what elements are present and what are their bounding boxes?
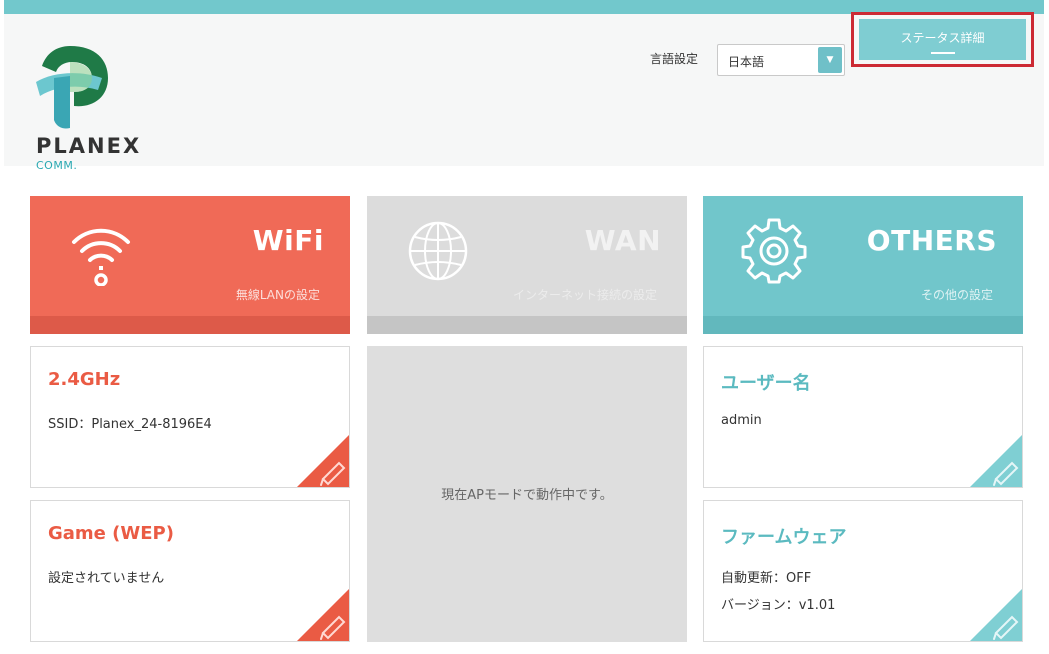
card-firmware: ファームウェア 自動更新：OFF バージョン：v1.01: [703, 500, 1023, 642]
language-label: 言語設定: [650, 52, 699, 66]
wan-ap-mode-message: 現在APモードで動作中です。: [441, 488, 613, 503]
wifi-icon: [72, 228, 130, 286]
others-tile-title: OTHERS: [866, 224, 997, 257]
card-username-title: ユーザー名: [721, 373, 811, 394]
edit-firmware-pencil-icon[interactable]: [970, 589, 1022, 641]
router-dashboard: PLANEX COMM. 言語設定 日本語 ▼ ステータス詳細 WiFi 無線L…: [0, 0, 1049, 654]
planex-logo[interactable]: PLANEX COMM.: [32, 42, 139, 172]
status-detail-label: ステータス詳細: [900, 31, 985, 45]
wifi-tile[interactable]: WiFi 無線LANの設定: [30, 196, 350, 334]
firmware-auto-update: 自動更新：OFF: [721, 571, 812, 586]
brand-sub: COMM.: [36, 159, 78, 172]
wan-tile[interactable]: WAN インターネット接続の設定: [367, 196, 687, 334]
card-game-wep-title: Game (WEP): [48, 523, 174, 544]
card-2-4ghz-title: 2.4GHz: [48, 369, 121, 390]
card-game-wep: Game (WEP) 設定されていません: [30, 500, 350, 642]
edit-username-pencil-icon[interactable]: [970, 435, 1022, 487]
username-value: admin: [721, 413, 762, 428]
others-tile-band: [703, 316, 1023, 334]
globe-icon: [408, 221, 468, 281]
game-status-text: 設定されていません: [48, 571, 165, 586]
language-value: 日本語: [728, 55, 765, 69]
wan-status-panel: 現在APモードで動作中です。: [367, 346, 687, 642]
others-tile[interactable]: OTHERS その他の設定: [703, 196, 1023, 334]
status-detail-button[interactable]: ステータス詳細: [859, 19, 1026, 60]
chevron-down-icon[interactable]: ▼: [818, 47, 842, 73]
wan-tile-subtitle: インターネット接続の設定: [512, 288, 657, 302]
edit-game-pencil-icon[interactable]: [297, 589, 349, 641]
wifi-tile-band: [30, 316, 350, 334]
card-2-4ghz: 2.4GHz SSID：Planex_24-8196E4: [30, 346, 350, 488]
brand-name: PLANEX: [36, 134, 142, 158]
firmware-version: バージョン：v1.01: [721, 598, 836, 613]
wifi-tile-title: WiFi: [252, 224, 324, 257]
wan-tile-title: WAN: [584, 224, 661, 257]
status-detail-highlight: ステータス詳細: [851, 12, 1034, 67]
wifi-tile-subtitle: 無線LANの設定: [235, 288, 320, 302]
card-username: ユーザー名 admin: [703, 346, 1023, 488]
card-firmware-title: ファームウェア: [721, 527, 847, 548]
others-tile-subtitle: その他の設定: [920, 288, 993, 302]
planex-logo-mark-icon: [36, 46, 108, 129]
wan-tile-band: [367, 316, 687, 334]
language-select[interactable]: 日本語 ▼: [717, 44, 845, 76]
status-underline: [931, 52, 955, 54]
edit-2-4ghz-pencil-icon[interactable]: [297, 435, 349, 487]
gear-icon: [741, 218, 807, 284]
ssid-text: SSID：Planex_24-8196E4: [48, 417, 212, 432]
